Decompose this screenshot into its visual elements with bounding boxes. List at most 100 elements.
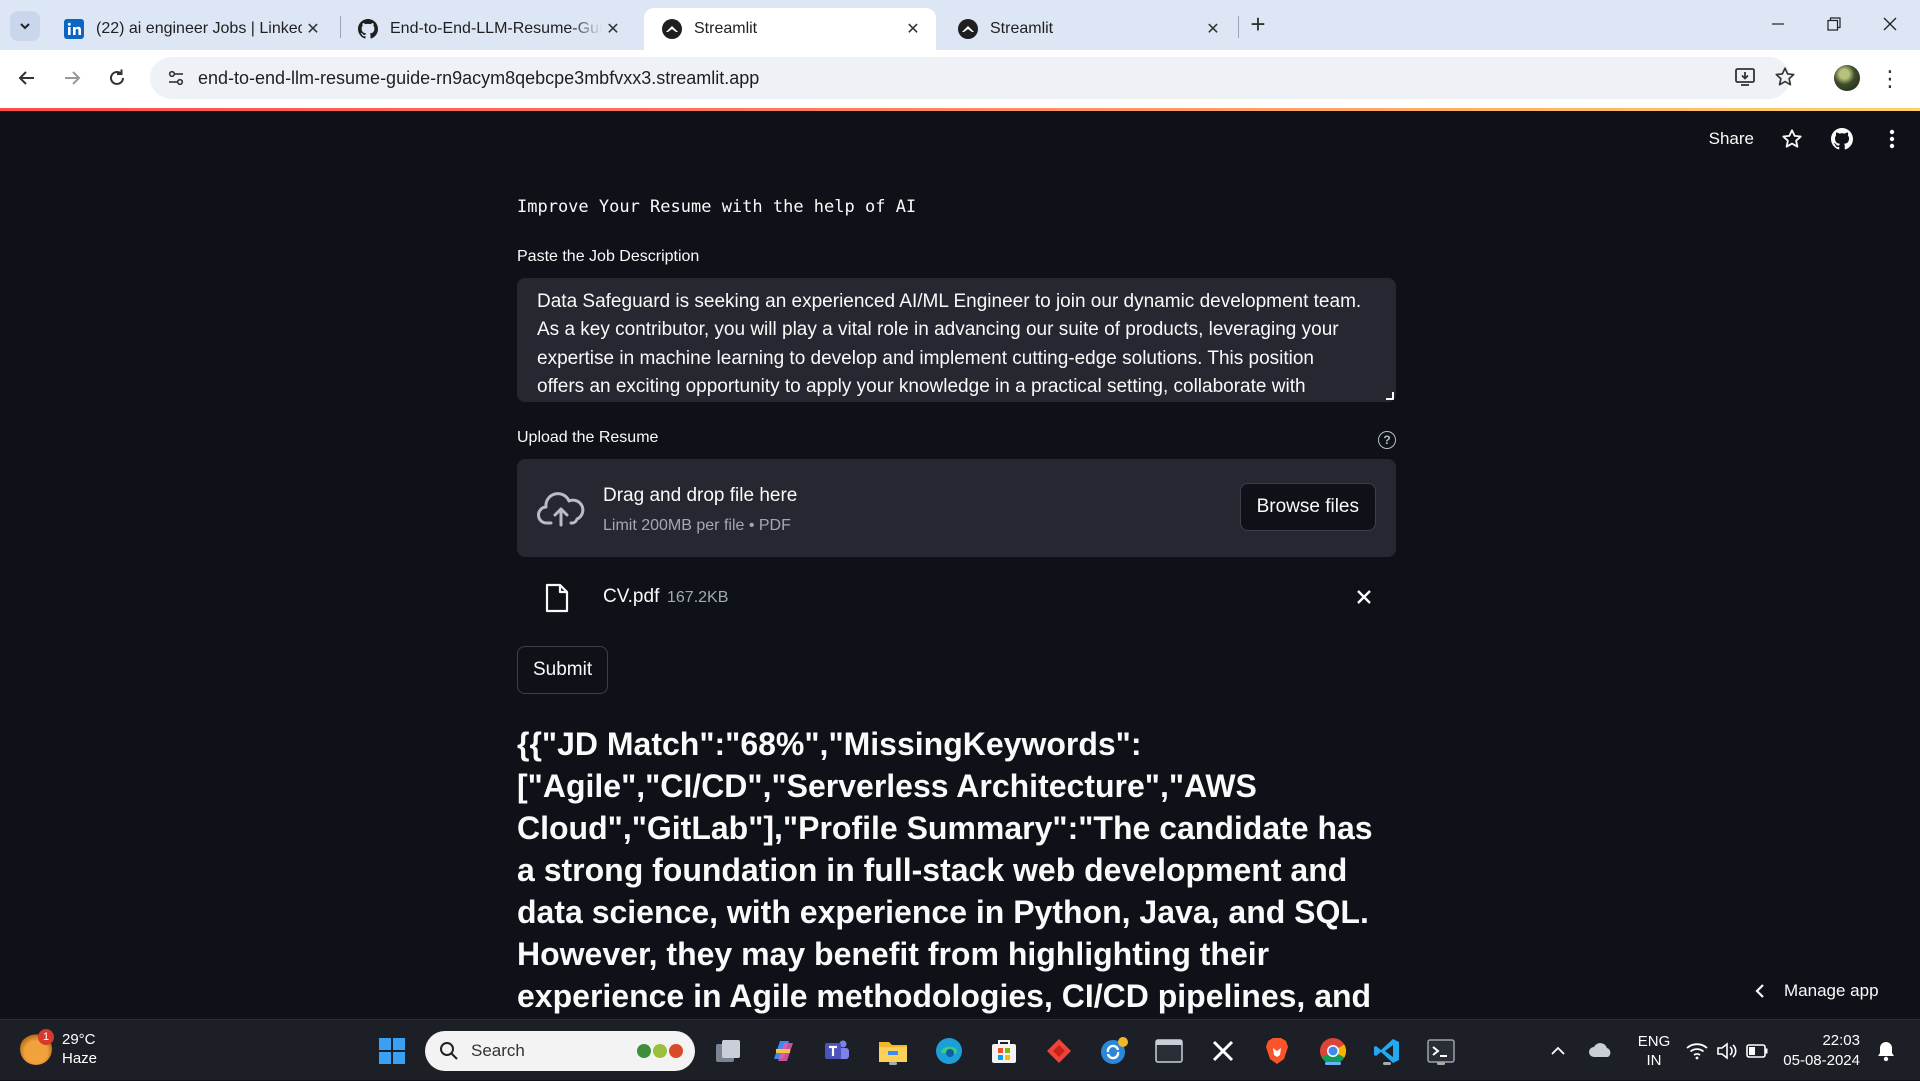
- browser-menu-icon[interactable]: ⋮: [1879, 64, 1901, 94]
- close-window-button[interactable]: [1862, 0, 1918, 48]
- wifi-icon[interactable]: [1686, 1020, 1708, 1081]
- search-placeholder: Search: [471, 1041, 525, 1060]
- teams-icon[interactable]: [820, 1034, 854, 1068]
- tab-title: Streamlit: [990, 20, 1054, 37]
- terminal-icon[interactable]: [1424, 1034, 1458, 1068]
- profile-avatar[interactable]: [1834, 65, 1860, 91]
- tab-title: (22) ai engineer Jobs | LinkedIn: [96, 20, 302, 37]
- close-icon[interactable]: ✕: [902, 18, 924, 40]
- streamlit-app: Share Improve Your Resume with the help …: [0, 111, 1920, 1019]
- streamlit-icon: [958, 19, 978, 39]
- browser-toolbar: end-to-end-llm-resume-guide-rn9acym8qebc…: [0, 50, 1920, 108]
- task-view-icon[interactable]: [712, 1034, 746, 1068]
- app-header: Share: [1709, 111, 1920, 167]
- bookmark-star-icon[interactable]: [1770, 62, 1800, 92]
- onedrive-icon[interactable]: [1588, 1020, 1614, 1081]
- submit-button[interactable]: Submit: [517, 646, 609, 694]
- remove-file-button[interactable]: [1352, 585, 1376, 609]
- close-icon: [1883, 17, 1897, 31]
- new-tab-button[interactable]: +: [1244, 11, 1272, 39]
- temperature: 29°C: [62, 1031, 96, 1048]
- windows-start-icon[interactable]: [375, 1034, 409, 1068]
- browser-tab-bar: (22) ai engineer Jobs | LinkedIn ✕ End-t…: [0, 0, 1920, 50]
- clock-time: 22:03: [1822, 1031, 1860, 1049]
- chevron-up-icon: [1551, 1046, 1565, 1055]
- microsoft-store-icon[interactable]: [987, 1034, 1021, 1068]
- tab-title: End-to-End-LLM-Resume-Guide: [390, 20, 602, 37]
- weather-condition: Haze: [62, 1050, 98, 1067]
- share-button[interactable]: Share: [1709, 129, 1754, 149]
- restore-button[interactable]: [1806, 0, 1862, 48]
- close-icon[interactable]: ✕: [1202, 18, 1224, 40]
- update-icon[interactable]: [1097, 1034, 1131, 1068]
- brave-icon[interactable]: [1260, 1034, 1294, 1068]
- minimize-icon: [1772, 23, 1784, 25]
- file-dropzone[interactable]: Drag and drop file here Limit 200MB per …: [517, 459, 1396, 557]
- browse-files-button[interactable]: Browse files: [1239, 483, 1376, 531]
- cloud-upload-icon: [537, 492, 585, 527]
- dropzone-title: Drag and drop file here: [603, 485, 798, 506]
- minimize-button[interactable]: [1750, 0, 1806, 48]
- chevron-down-icon: [20, 23, 30, 30]
- language-indicator[interactable]: ENG IN: [1634, 1020, 1674, 1081]
- job-description-textarea[interactable]: Data Safeguard is seeking an experienced…: [517, 278, 1396, 402]
- github-icon[interactable]: [1830, 127, 1854, 151]
- tab-streamlit-active[interactable]: Streamlit ✕: [644, 8, 936, 50]
- page-heading: Improve Your Resume with the help of AI: [517, 197, 917, 217]
- dropzone-limit: Limit 200MB per file • PDF: [603, 517, 791, 534]
- reload-button[interactable]: [100, 61, 134, 95]
- tab-linkedin[interactable]: (22) ai engineer Jobs | LinkedIn ✕: [46, 8, 336, 50]
- file-name: CV.pdf: [603, 586, 660, 607]
- address-bar[interactable]: end-to-end-llm-resume-guide-rn9acym8qebc…: [150, 57, 1790, 99]
- job-description-text: Data Safeguard is seeking an experienced…: [537, 291, 1362, 397]
- file-size: 167.2KB: [667, 589, 729, 606]
- copilot-icon[interactable]: [766, 1034, 800, 1068]
- tab-github[interactable]: End-to-End-LLM-Resume-Guide ✕: [340, 8, 636, 50]
- weather-icon: 1: [20, 1029, 54, 1065]
- site-settings-icon[interactable]: [156, 69, 196, 87]
- search-icon: [440, 1042, 458, 1060]
- back-button[interactable]: [10, 61, 44, 95]
- tab-separator: [1238, 16, 1239, 38]
- forward-button[interactable]: [55, 61, 89, 95]
- search-highlight-icon: [637, 1044, 683, 1058]
- close-icon[interactable]: ✕: [602, 18, 624, 40]
- manage-app-label: Manage app: [1784, 981, 1879, 1000]
- taskbar-search[interactable]: Search: [425, 1031, 695, 1071]
- terminal-window-icon[interactable]: [1152, 1034, 1186, 1068]
- notification-bell-icon[interactable]: [1876, 1020, 1896, 1081]
- clock[interactable]: 22:03 05-08-2024: [1780, 1020, 1860, 1081]
- file-explorer-icon[interactable]: [876, 1034, 910, 1068]
- tab-streamlit[interactable]: Streamlit ✕: [940, 8, 1236, 50]
- chrome-icon[interactable]: [1316, 1034, 1350, 1068]
- streamlit-icon: [662, 19, 682, 39]
- x-twitter-icon[interactable]: [1206, 1034, 1240, 1068]
- volume-icon[interactable]: [1716, 1020, 1738, 1081]
- uploaded-file: CV.pdf 167.2KB: [517, 571, 1396, 623]
- edge-icon[interactable]: [932, 1034, 966, 1068]
- close-icon: [1357, 590, 1371, 604]
- install-app-icon[interactable]: [1730, 62, 1760, 92]
- vscode-icon[interactable]: [1370, 1034, 1404, 1068]
- url-text: end-to-end-llm-resume-guide-rn9acym8qebc…: [198, 67, 760, 88]
- tab-title: Streamlit: [694, 20, 758, 37]
- app-menu-icon[interactable]: [1880, 127, 1904, 151]
- battery-icon[interactable]: [1746, 1020, 1768, 1081]
- help-icon[interactable]: ?: [1378, 431, 1396, 449]
- weather-widget[interactable]: 1 29°C Haze: [20, 1029, 98, 1068]
- close-icon[interactable]: ✕: [302, 18, 324, 40]
- arrow-left-icon: [18, 71, 34, 85]
- manage-app-button[interactable]: Manage app: [1754, 971, 1879, 1011]
- weather-badge: 1: [38, 1029, 54, 1045]
- tab-search-button[interactable]: [10, 11, 40, 41]
- anydesk-icon[interactable]: [1042, 1034, 1076, 1068]
- reload-icon: [110, 69, 124, 85]
- github-icon: [358, 19, 378, 39]
- show-hidden-icons[interactable]: [1550, 1020, 1566, 1081]
- star-icon[interactable]: [1780, 127, 1804, 151]
- job-description-label: Paste the Job Description: [517, 248, 700, 265]
- arrow-right-icon: [65, 71, 81, 85]
- linkedin-icon: [64, 19, 84, 39]
- upload-resume-label: Upload the Resume: [517, 429, 659, 446]
- resize-handle[interactable]: [1386, 392, 1394, 400]
